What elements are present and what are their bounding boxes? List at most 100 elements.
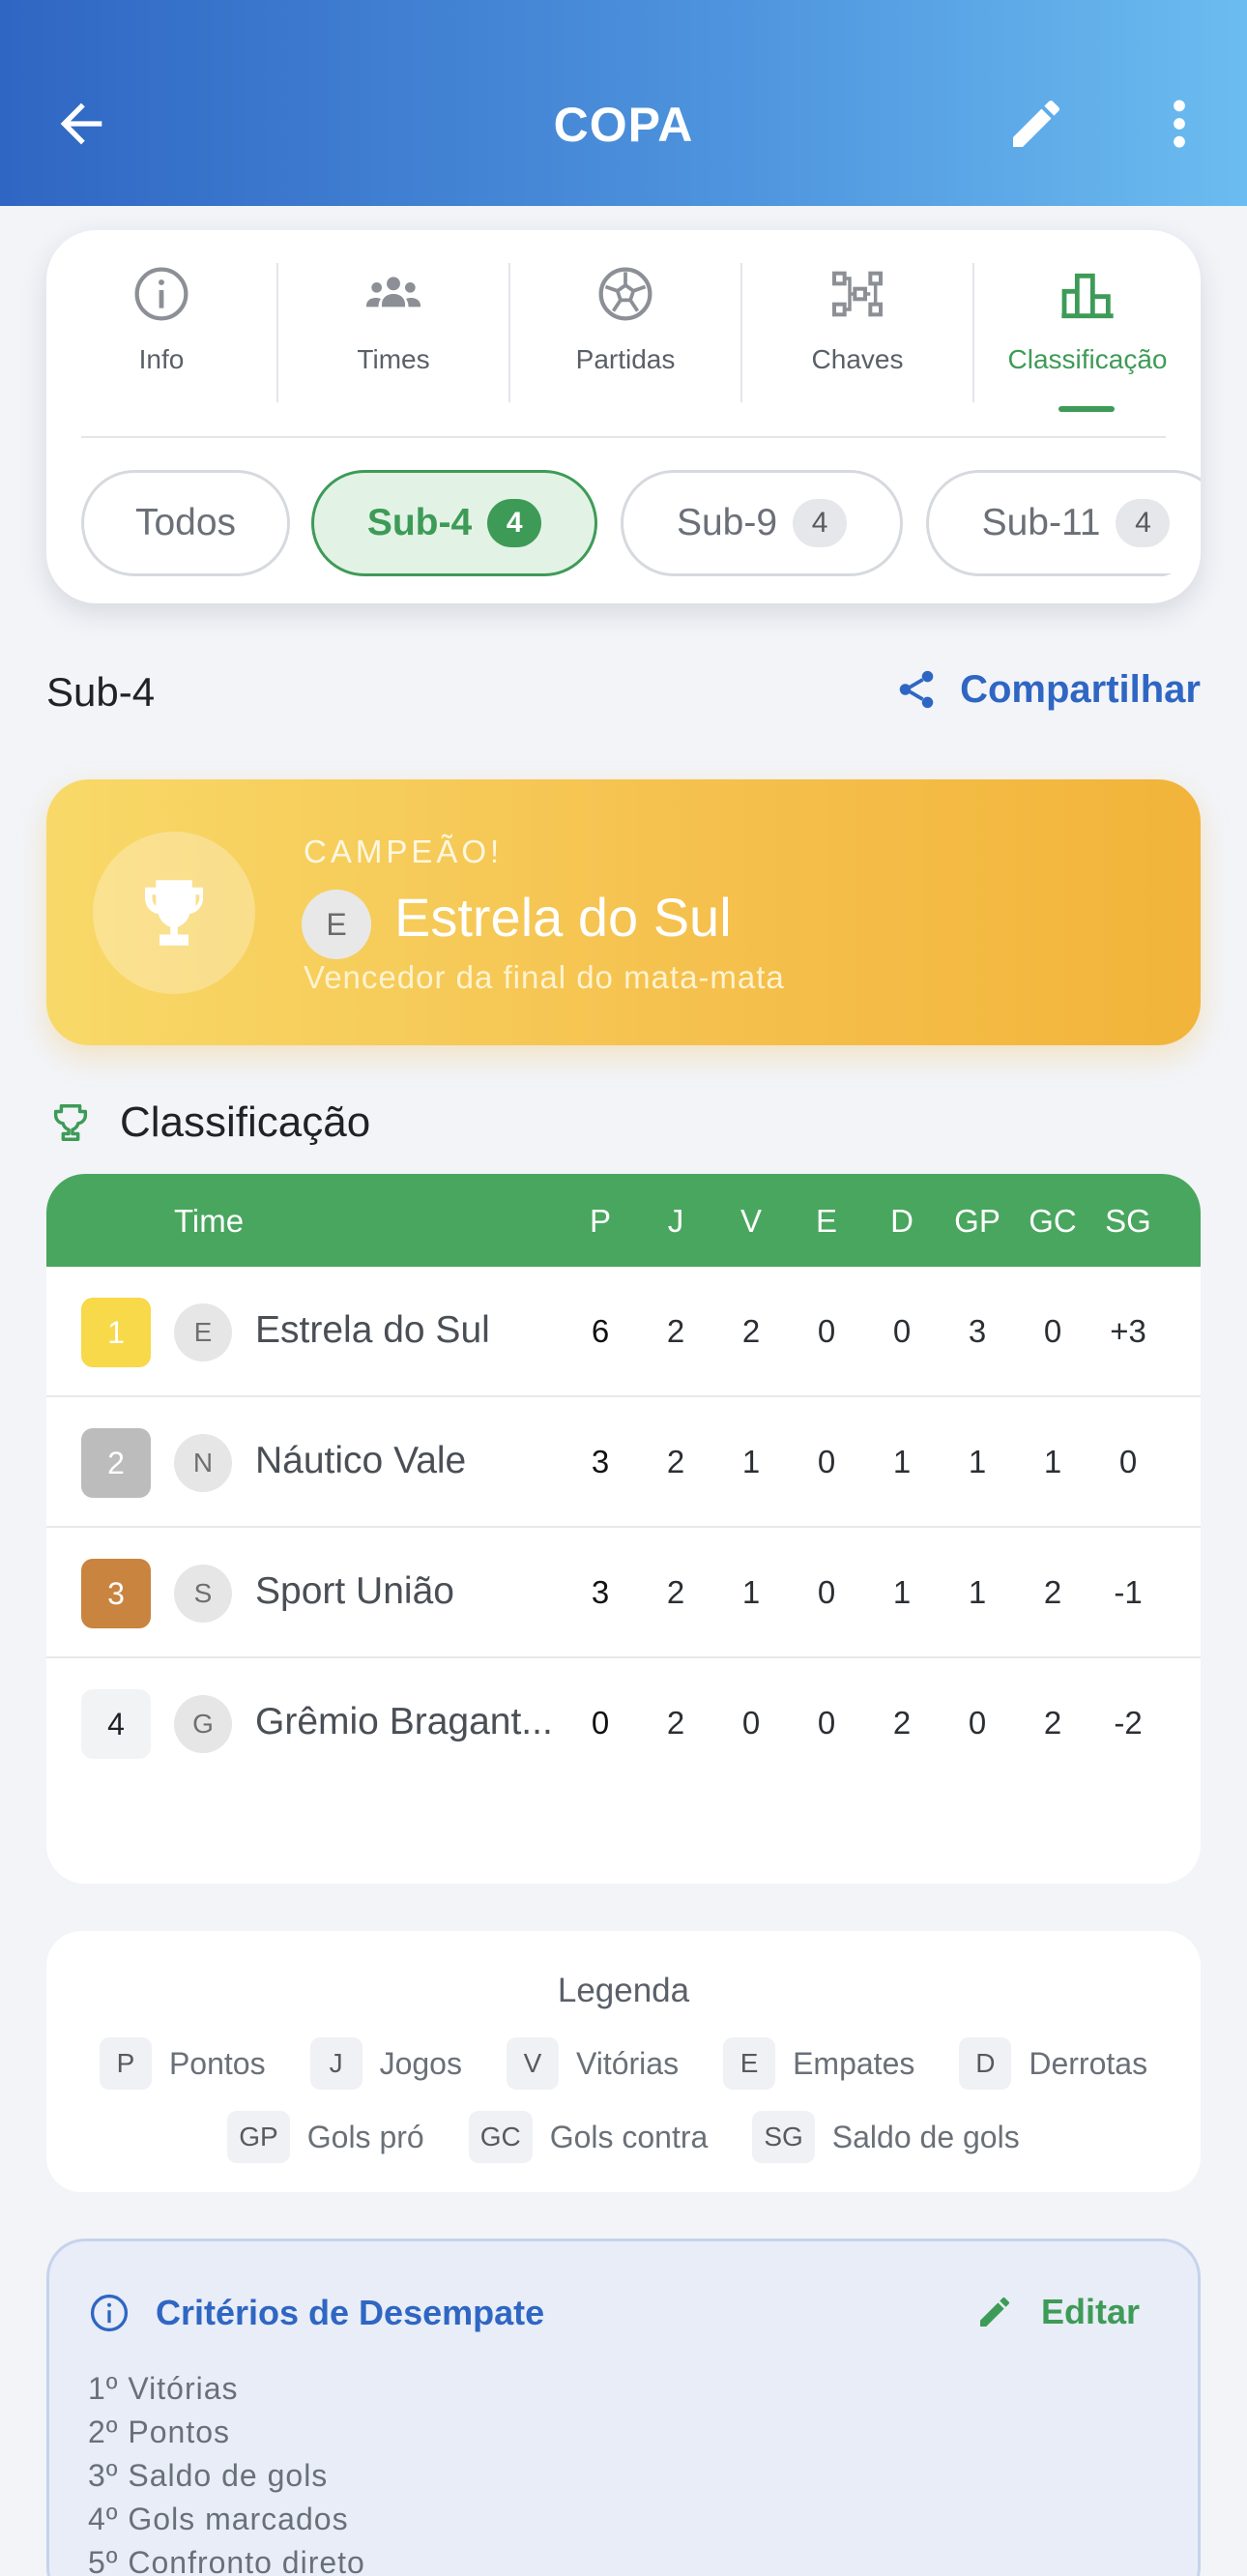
position-badge: 4: [81, 1689, 151, 1759]
edit-icon: [979, 2297, 1009, 2327]
cell-losses: 2: [892, 1705, 912, 1741]
legend-item: V Vitórias: [506, 2037, 680, 2090]
list-item: 4º Gols marcados: [88, 2502, 349, 2536]
team-avatar: S: [174, 1565, 232, 1623]
legend-item: J Jogos: [309, 2037, 462, 2090]
legend-item: P Pontos: [99, 2037, 266, 2090]
position-badge: 2: [81, 1428, 151, 1498]
soccer-ball-icon: [598, 267, 652, 321]
tab-label: Chaves: [811, 344, 904, 374]
chip-label: Sub-4: [366, 502, 473, 543]
cell-goals-against: 2: [1043, 1705, 1062, 1741]
legend-key: J: [309, 2037, 362, 2090]
tab-classificacao[interactable]: Classificação: [974, 263, 1201, 412]
cell-goal-diff: +3: [1110, 1313, 1146, 1349]
tiebreak-title: Critérios de Desempate: [156, 2293, 545, 2332]
list-item: 2º Pontos: [88, 2415, 230, 2449]
tab-info[interactable]: Info: [46, 263, 276, 404]
tab-bar: Info Times Partidas Chaves Classificação: [46, 230, 1201, 438]
divider: [81, 436, 1166, 438]
list-item: 3º Saldo de gols: [88, 2458, 329, 2493]
legend-key: GP: [227, 2111, 290, 2163]
bracket-icon: [832, 271, 883, 317]
table-row[interactable]: 4 G Grêmio Bragant... 0 2 0 0 2 0 2 -2: [46, 1658, 1201, 1789]
chip-label: Todos: [134, 502, 237, 543]
share-button[interactable]: Compartilhar: [894, 667, 1201, 712]
column-header-e: E: [815, 1203, 837, 1239]
table-header: Time P J V E D GP GC SG: [46, 1174, 1201, 1267]
category-title: Sub-4: [46, 669, 156, 715]
legend-label: Gols contra: [549, 2119, 709, 2154]
tiebreak-card: Critérios de Desempate Editar 1º Vitória…: [46, 2239, 1201, 2576]
trophy-badge: [93, 832, 255, 994]
edit-criteria-button[interactable]: Editar: [975, 2292, 1140, 2332]
chip-count-badge: 4: [487, 499, 542, 547]
tab-partidas[interactable]: Partidas: [510, 263, 740, 404]
chip-todos[interactable]: Todos: [81, 470, 290, 576]
cell-games: 2: [666, 1574, 685, 1610]
active-tab-indicator: [1058, 406, 1115, 412]
cell-goal-diff: -1: [1114, 1574, 1143, 1610]
legend-label: Empates: [793, 2045, 915, 2081]
table-row[interactable]: 1 E Estrela do Sul 6 2 2 0 0 3 0 +3: [46, 1267, 1201, 1397]
share-label: Compartilhar: [960, 667, 1201, 711]
legend-label: Jogos: [379, 2045, 462, 2081]
category-filter-bar: Todos Sub-4 4 Sub-9 4 Sub-11 4: [81, 470, 1201, 578]
legend-key: P: [99, 2037, 152, 2090]
edit-label: Editar: [1040, 2292, 1140, 2331]
cell-games: 2: [666, 1313, 685, 1349]
tiebreak-heading: Critérios de Desempate: [88, 2292, 544, 2334]
legend-key: E: [723, 2037, 776, 2090]
legend-label: Pontos: [168, 2045, 266, 2081]
team-name: Sport União: [255, 1570, 454, 1612]
legend-label: Vitórias: [575, 2045, 680, 2081]
legend-row: P Pontos J Jogos V Vitórias E Empates D Derro…: [46, 2037, 1201, 2090]
champion-card: CAMPEÃO! E Estrela do Sul Vencedor da fi…: [46, 779, 1201, 1045]
chip-sub-11[interactable]: Sub-11 4: [926, 470, 1201, 576]
more-vert-icon[interactable]: [1160, 93, 1199, 155]
tab-label: Info: [138, 344, 185, 374]
group-icon: [366, 277, 420, 307]
legend-label: Derrotas: [1029, 2045, 1148, 2081]
chip-count-badge: 4: [793, 499, 848, 547]
cell-goals-against: 2: [1043, 1574, 1062, 1610]
list-item: 1º Vitórias: [88, 2371, 239, 2406]
navigation-card: Info Times Partidas Chaves Classificação…: [46, 230, 1201, 603]
chip-label: Sub-9: [676, 502, 778, 543]
cell-games: 2: [666, 1444, 685, 1479]
cell-wins: 2: [741, 1313, 761, 1349]
cell-wins: 1: [741, 1574, 761, 1610]
column-header-j: J: [667, 1203, 684, 1239]
tab-label: Times: [357, 344, 430, 374]
team-name: Estrela do Sul: [255, 1309, 490, 1351]
table-row[interactable]: 3 S Sport União 3 2 1 0 1 1 2 -1: [46, 1528, 1201, 1658]
tab-times[interactable]: Times: [278, 263, 508, 404]
legend-item: SG Saldo de gols: [752, 2111, 1020, 2163]
column-header-sg: SG: [1105, 1203, 1151, 1239]
edit-icon[interactable]: [1005, 93, 1067, 155]
standings-table: Time P J V E D GP GC SG 1 E Estrela do S…: [46, 1174, 1201, 1884]
cell-losses: 1: [892, 1444, 912, 1479]
trophy-icon: [145, 880, 203, 946]
legend-item: D Derrotas: [959, 2037, 1147, 2090]
cell-goals-for: 1: [968, 1444, 987, 1479]
legend-item: GP Gols pró: [227, 2111, 424, 2163]
team-avatar: G: [174, 1695, 232, 1753]
legend-title: Legenda: [557, 1972, 690, 2009]
chip-sub-4[interactable]: Sub-4 4: [311, 470, 597, 576]
legend-card: Legenda P Pontos J Jogos V Vitórias E Empate…: [46, 1931, 1201, 2192]
chip-sub-9[interactable]: Sub-9 4: [621, 470, 903, 576]
tab-chaves[interactable]: Chaves: [742, 263, 972, 404]
tab-label: Classificação: [1007, 344, 1168, 374]
column-header-v: V: [740, 1203, 762, 1239]
cell-points: 0: [591, 1705, 610, 1741]
cell-goals-against: 0: [1043, 1313, 1062, 1349]
chip-count-badge: 4: [1116, 499, 1171, 547]
champion-subtitle: Vencedor da final do mata-mata: [304, 959, 785, 995]
table-row[interactable]: 2 N Náutico Vale 3 2 1 0 1 1 1 0: [46, 1397, 1201, 1528]
legend-label: Gols pró: [306, 2119, 424, 2154]
cell-goal-diff: -2: [1114, 1705, 1143, 1741]
cell-points: 3: [591, 1444, 610, 1479]
column-header-d: D: [890, 1203, 914, 1239]
position-badge: 1: [81, 1298, 151, 1367]
